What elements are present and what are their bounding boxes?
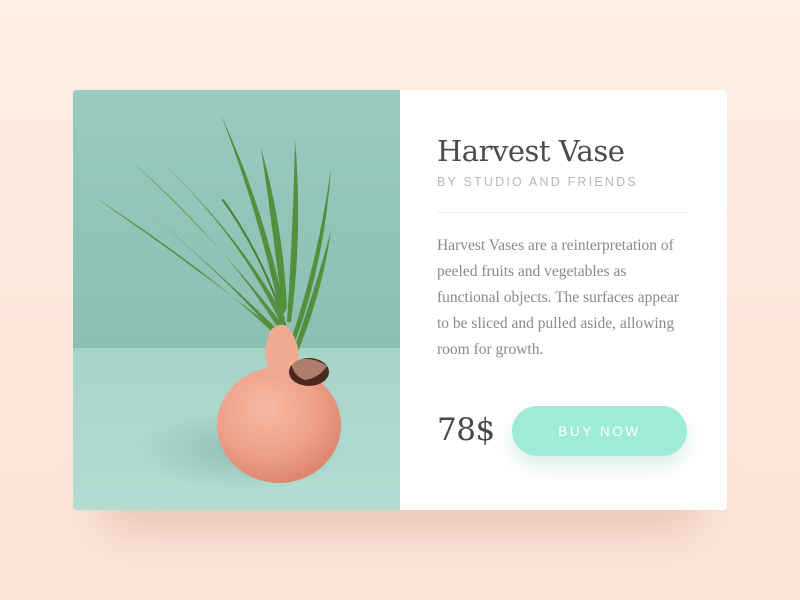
product-subtitle: BY STUDIO AND FRIENDS — [437, 174, 638, 189]
divider — [437, 211, 687, 213]
buy-now-button[interactable]: BUY NOW — [512, 406, 687, 456]
product-info: Harvest Vase BY STUDIO AND FRIENDS Harve… — [400, 90, 727, 510]
purchase-row: 78$ BUY NOW — [437, 406, 687, 456]
product-title: Harvest Vase — [437, 134, 625, 168]
product-photo — [73, 90, 400, 510]
product-card: Harvest Vase BY STUDIO AND FRIENDS Harve… — [73, 90, 727, 510]
plant-in-vase-photo — [73, 90, 400, 510]
product-price: 78$ — [437, 412, 495, 448]
product-description: Harvest Vases are a reinterpretation of … — [437, 236, 680, 358]
